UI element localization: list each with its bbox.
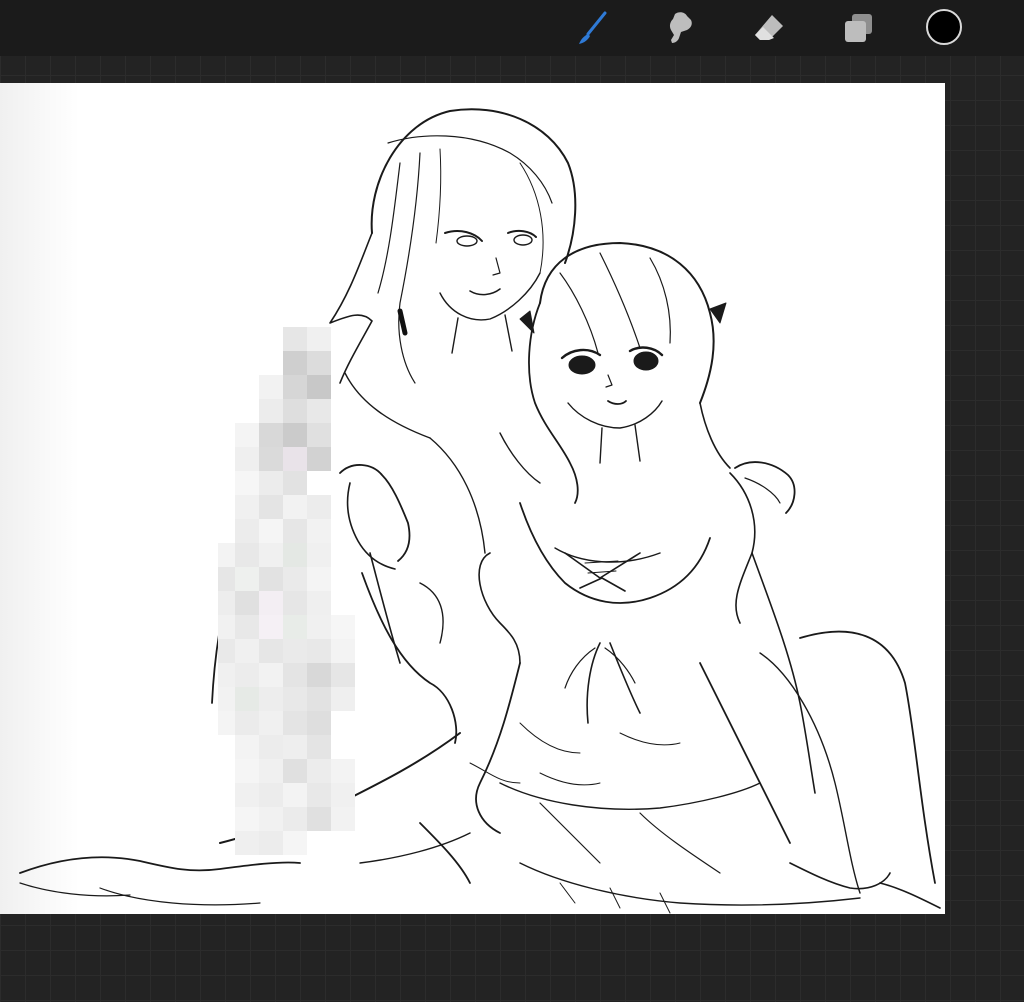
sketch-artwork xyxy=(19,108,941,914)
layers-icon xyxy=(845,14,872,42)
censor-mosaic xyxy=(218,327,362,857)
layers-tool-button[interactable] xyxy=(840,10,876,46)
smudge-tool-button[interactable] xyxy=(662,10,698,46)
drawing-canvas[interactable] xyxy=(0,83,945,914)
brush-icon xyxy=(579,11,607,44)
eraser-icon xyxy=(755,15,783,40)
brush-tool-button[interactable] xyxy=(574,10,610,46)
color-picker-swatch[interactable] xyxy=(926,9,962,45)
smudge-icon xyxy=(669,12,692,43)
top-toolbar xyxy=(0,0,1024,56)
eraser-tool-button[interactable] xyxy=(752,10,788,46)
